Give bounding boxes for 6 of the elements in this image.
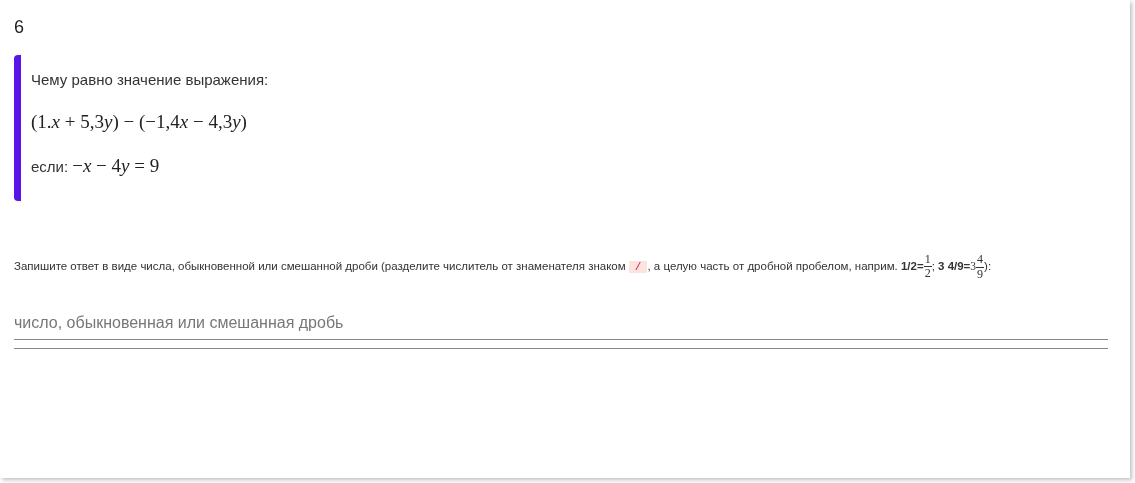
condition-label: если: (31, 157, 69, 177)
condition-equation: −x − 4y = 9 (72, 154, 160, 178)
answer-field[interactable]: число, обыкновенная или смешанная дробь (14, 304, 1108, 340)
question-number: 6 (14, 16, 25, 39)
math-expression: (1.x + 5,3y) − (−1,4x − 4,3y) (31, 109, 248, 134)
question-prompt: Чему равно значение выражения: (31, 70, 270, 90)
